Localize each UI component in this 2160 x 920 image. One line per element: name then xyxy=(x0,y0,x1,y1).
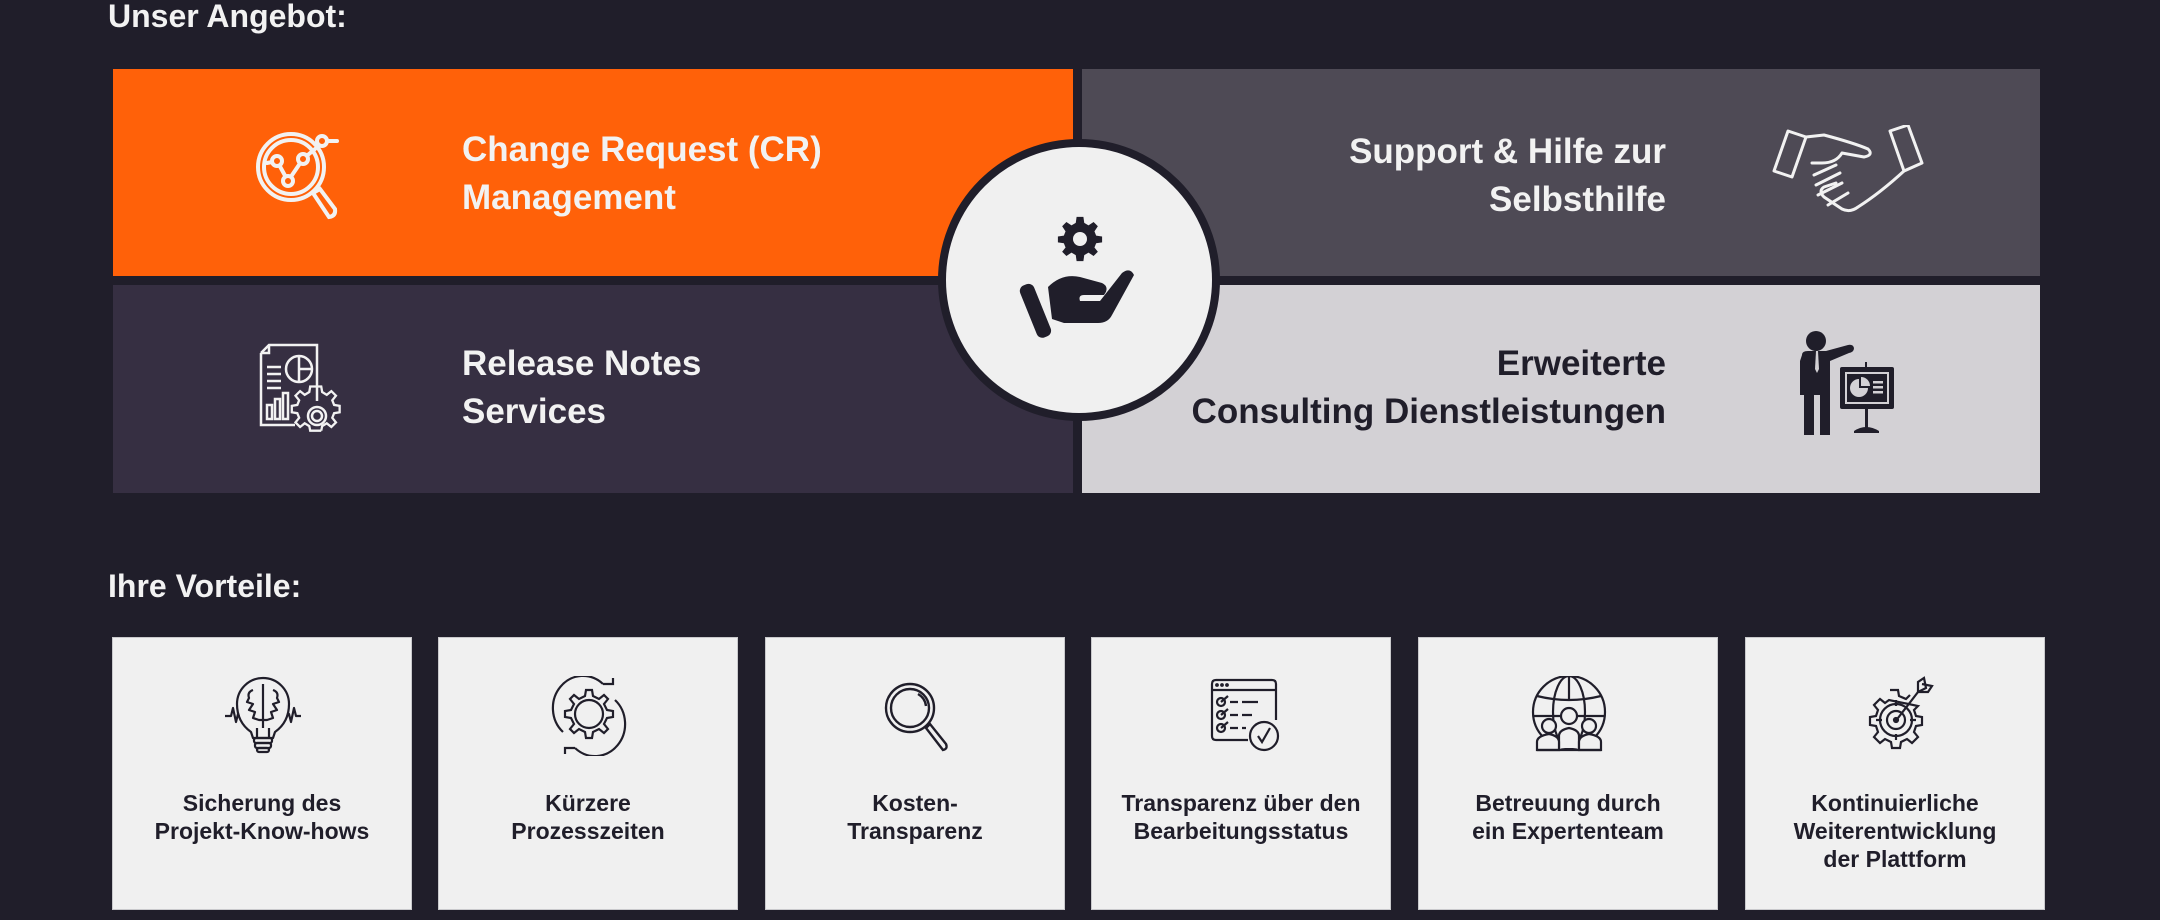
benefit-label-line: Weiterentwicklung xyxy=(1793,818,1997,844)
handshake-icon xyxy=(1772,125,1924,213)
benefit-label: Transparenz über den Bearbeitungsstatus xyxy=(1092,789,1390,845)
panel-title-line: Support & Hilfe zur xyxy=(1349,132,1666,171)
panel-title: Support & Hilfe zur Selbsthilfe xyxy=(1349,128,1666,224)
brain-bulb-icon xyxy=(225,676,301,754)
report-gear-icon xyxy=(259,343,341,432)
panel-title: Erweiterte Consulting Dienstleistungen xyxy=(1192,340,1666,436)
benefit-label-line: Transparenz xyxy=(847,818,983,844)
panel-title-line: Release Notes xyxy=(462,344,702,383)
benefit-label: Kontinuierliche Weiterentwicklung der Pl… xyxy=(1746,789,2044,873)
benefit-label-line: Transparenz über den xyxy=(1121,790,1361,816)
benefit-card-expert-team: Betreuung durch ein Expertenteam xyxy=(1418,637,1718,910)
magnifier-icon xyxy=(884,682,948,752)
benefits-heading: Ihre Vorteile: xyxy=(108,568,302,604)
panel-title-line: Selbsthilfe xyxy=(1489,180,1666,219)
benefit-label-line: Sicherung des xyxy=(182,790,342,816)
presenter-icon xyxy=(1800,331,1894,435)
offer-panel-support[interactable]: Support & Hilfe zur Selbsthilfe xyxy=(1082,69,2040,276)
benefit-label: Betreuung durch ein Expertenteam xyxy=(1419,789,1717,845)
benefit-label-line: Kürzere xyxy=(545,790,631,816)
benefit-label-line: Kontinuierliche xyxy=(1811,790,1979,816)
panel-title-line: Services xyxy=(462,392,607,431)
checklist-icon xyxy=(1210,678,1280,752)
benefit-card-status-transparency: Transparenz über den Bearbeitungsstatus xyxy=(1091,637,1391,910)
gear-target-icon xyxy=(1868,676,1934,750)
hand-gear-icon xyxy=(1019,216,1134,338)
benefit-label-line: Betreuung durch xyxy=(1475,790,1661,816)
offer-heading: Unser Angebot: xyxy=(108,0,347,34)
panel-title: Change Request (CR) Management xyxy=(462,126,822,222)
benefit-card-process-time: Kürzere Prozesszeiten xyxy=(438,637,738,910)
global-team-icon xyxy=(1531,676,1607,752)
benefit-label: Kosten- Transparenz xyxy=(766,789,1064,845)
gear-cycle-icon xyxy=(551,676,627,756)
offer-panel-consulting[interactable]: Erweiterte Consulting Dienstleistungen xyxy=(1082,285,2040,493)
benefit-label: Kürzere Prozesszeiten xyxy=(439,789,737,845)
panel-title-line: Management xyxy=(462,178,676,217)
benefit-card-platform-development: Kontinuierliche Weiterentwicklung der Pl… xyxy=(1745,637,2045,910)
benefit-label-line: der Plattform xyxy=(1823,846,1967,872)
benefit-label-line: Kosten- xyxy=(872,790,958,816)
benefit-label-line: Bearbeitungsstatus xyxy=(1133,818,1349,844)
benefit-card-cost-transparency: Kosten- Transparenz xyxy=(765,637,1065,910)
panel-title-line: Consulting Dienstleistungen xyxy=(1191,392,1666,431)
offer-panel-release-notes[interactable]: Release Notes Services xyxy=(113,285,1073,493)
benefit-label: Sicherung des Projekt-Know-hows xyxy=(113,789,411,845)
offer-panel-change-request[interactable]: Change Request (CR) Management xyxy=(113,69,1073,276)
benefit-label-line: ein Expertenteam xyxy=(1472,818,1664,844)
panel-title-line: Erweiterte xyxy=(1496,344,1666,383)
benefit-label-line: Projekt-Know-hows xyxy=(154,818,370,844)
center-service-badge xyxy=(938,139,1220,421)
panel-title: Release Notes Services xyxy=(462,340,701,436)
panel-title-line: Change Request (CR) xyxy=(462,130,822,169)
benefit-label-line: Prozesszeiten xyxy=(511,818,665,844)
benefit-card-know-how: Sicherung des Projekt-Know-hows xyxy=(112,637,412,910)
analytics-magnifier-icon xyxy=(256,132,339,220)
